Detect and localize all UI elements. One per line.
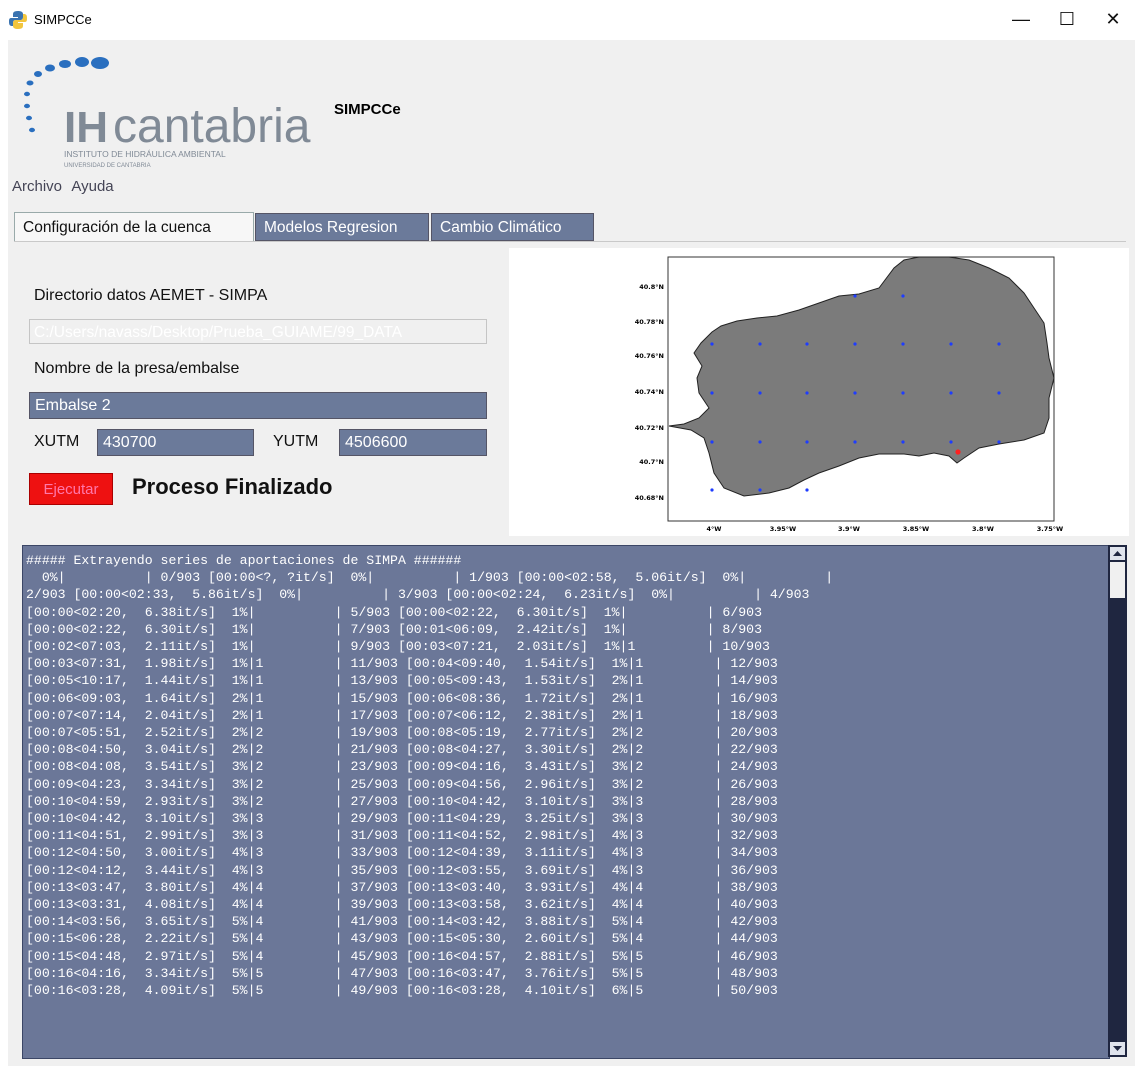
svg-text:cantabria: cantabria <box>113 100 311 153</box>
app-name: SIMPCCe <box>334 101 401 118</box>
title-bar: SIMPCCe — ☐ ✕ <box>0 0 1135 40</box>
xutm-input[interactable]: 430700 <box>97 429 254 456</box>
lat-label: 40.78°N <box>635 318 664 326</box>
lat-label: 40.8°N <box>639 283 664 291</box>
console-text: ##### Extrayendo series de aportaciones … <box>26 553 834 999</box>
tab-cambio-climatico[interactable]: Cambio Climático <box>431 213 594 241</box>
dam-point <box>955 449 961 455</box>
yutm-label: YUTM <box>273 433 319 450</box>
menu-archivo[interactable]: Archivo <box>12 178 62 195</box>
minimize-button[interactable]: — <box>998 0 1044 38</box>
tab-configuracion[interactable]: Configuración de la cuenca <box>14 212 254 242</box>
lon-label: 3.8°W <box>972 525 994 533</box>
lat-label: 40.74°N <box>635 388 664 396</box>
xutm-label: XUTM <box>34 433 80 450</box>
menu-ayuda[interactable]: Ayuda <box>71 178 113 195</box>
window-title: SIMPCCe <box>34 12 92 27</box>
maximize-button[interactable]: ☐ <box>1044 0 1090 38</box>
name-label: Nombre de la presa/embalse <box>34 360 240 377</box>
lat-label: 40.68°N <box>635 494 664 502</box>
console-output[interactable]: ##### Extrayendo series de aportaciones … <box>22 545 1110 1059</box>
lat-label: 40.72°N <box>635 424 664 432</box>
svg-text:INSTITUTO DE HIDRÁULICA AMBIEN: INSTITUTO DE HIDRÁULICA AMBIENTAL <box>64 149 226 159</box>
ejecutar-button[interactable]: Ejecutar <box>29 473 113 505</box>
console-scrollbar[interactable] <box>1108 545 1127 1057</box>
dir-input[interactable]: C:/Users/navass/Desktop/Prueba_GUIAME/99… <box>29 319 487 344</box>
lat-label: 40.7°N <box>639 458 664 466</box>
longitude-labels: 4°W 3.95°W 3.9°W 3.85°W 3.8°W 3.75°W <box>707 525 1064 533</box>
lon-label: 3.85°W <box>903 525 929 533</box>
basin-map: 40.8°N 40.78°N 40.76°N 40.74°N 40.72°N 4… <box>509 248 1129 536</box>
lon-label: 3.9°W <box>838 525 860 533</box>
dir-label: Directorio datos AEMET - SIMPA <box>34 287 268 304</box>
python-icon <box>9 11 27 29</box>
tab-modelos-regresion[interactable]: Modelos Regresion <box>255 213 429 241</box>
lon-label: 3.95°W <box>770 525 796 533</box>
scrollbar-thumb[interactable] <box>1110 562 1125 598</box>
tab-panel-border <box>14 241 1126 242</box>
svg-text:UNIVERSIDAD DE CANTABRIA: UNIVERSIDAD DE CANTABRIA <box>64 163 151 169</box>
dam-name-input[interactable]: Embalse 2 <box>29 392 487 419</box>
scroll-up-arrow-icon[interactable] <box>1110 547 1125 560</box>
status-text: Proceso Finalizado <box>132 474 333 499</box>
logo-text-ih: IH <box>64 103 108 152</box>
latitude-labels: 40.8°N 40.78°N 40.76°N 40.74°N 40.72°N 4… <box>635 283 664 502</box>
menu-bar: Archivo Ayuda <box>12 178 120 200</box>
yutm-input[interactable]: 4506600 <box>339 429 487 456</box>
scroll-down-arrow-icon[interactable] <box>1110 1042 1125 1055</box>
lat-label: 40.76°N <box>635 352 664 360</box>
lon-label: 3.75°W <box>1037 525 1063 533</box>
ihcantabria-logo: IH cantabria INSTITUTO DE HIDRÁULICA AMB… <box>24 57 311 169</box>
lon-label: 4°W <box>707 525 722 533</box>
close-button[interactable]: ✕ <box>1090 0 1135 38</box>
